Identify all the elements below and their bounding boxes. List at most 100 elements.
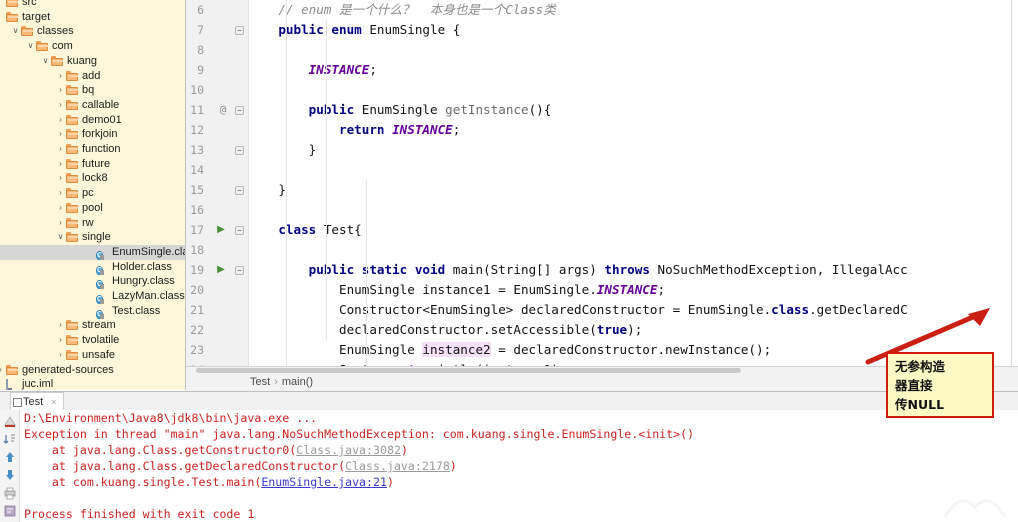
run-gutter-icon[interactable]: ▶ <box>214 260 228 280</box>
tree-item-single[interactable]: ∨ single <box>0 230 185 245</box>
chevron-down-icon[interactable]: ∨ <box>26 39 35 54</box>
code-line[interactable]: class Test{ <box>248 220 361 240</box>
code-line[interactable]: } <box>248 180 286 200</box>
code-fold-icon[interactable] <box>234 220 245 240</box>
console-output[interactable]: D:\Environment\Java8\jdk8\bin\java.exe .… <box>20 410 1018 522</box>
run-gutter-icon[interactable]: ▶ <box>214 220 228 240</box>
tree-item-pc[interactable]: › pc <box>0 186 185 201</box>
breadcrumb[interactable]: Test › main() <box>250 374 313 391</box>
tree-item-hungry-class[interactable]: C Hungry.class <box>0 274 185 290</box>
tree-item-classes[interactable]: ∨ classes <box>0 24 185 39</box>
code-line[interactable]: public EnumSingle getInstance(){ <box>248 100 552 120</box>
code-line[interactable]: INSTANCE; <box>248 60 377 80</box>
stacktrace-link[interactable]: Class.java:2178 <box>345 459 450 473</box>
tree-item-label: LazyMan.class <box>112 290 185 302</box>
chevron-right-icon[interactable]: › <box>56 113 65 128</box>
tree-item-label: bq <box>82 84 95 97</box>
chevron-down-icon[interactable]: ∨ <box>11 24 20 39</box>
chevron-right-icon[interactable]: › <box>56 171 65 186</box>
code-editor[interactable]: 67891011@121314151617▶1819▶2021222324 //… <box>186 0 1018 366</box>
tree-item-lazyman-class[interactable]: C LazyMan.class <box>0 289 185 304</box>
tree-item-test-class[interactable]: C Test.class <box>0 304 185 319</box>
horizontal-scrollbar-thumb[interactable] <box>196 368 741 373</box>
tree-item-add[interactable]: › add <box>0 69 185 84</box>
console-text: Process finished with exit code 1 <box>24 507 255 521</box>
chevron-right-icon[interactable]: › <box>56 69 65 84</box>
code-text-area[interactable]: // enum 是一个什么？ 本身也是一个Class类 public enum … <box>248 0 1018 366</box>
tree-item-lock8[interactable]: › lock8 <box>0 171 185 186</box>
line-number: 21 <box>190 303 204 317</box>
tree-item-function[interactable]: › function <box>0 142 185 157</box>
tree-item-target[interactable]: target <box>0 10 185 25</box>
code-line[interactable]: Constructor<EnumSingle> declaredConstruc… <box>248 300 908 320</box>
tree-item-generated-sources[interactable]: › generated-sources <box>0 363 185 378</box>
code-fold-icon[interactable] <box>234 260 245 280</box>
code-fold-icon[interactable] <box>234 20 245 40</box>
tree-item-rw[interactable]: › rw <box>0 216 185 231</box>
tree-item-enumsingle-class[interactable]: CEnumSingle.class <box>0 244 185 260</box>
console-toolbar[interactable] <box>0 410 20 522</box>
tree-item-juc-iml[interactable]: juc.iml <box>0 377 185 390</box>
tree-item-holder-class[interactable]: C Holder.class <box>0 260 185 275</box>
chevron-right-icon[interactable]: › <box>56 157 65 172</box>
code-line[interactable]: EnumSingle instance1 = EnumSingle.INSTAN… <box>248 280 665 300</box>
sort-icon[interactable] <box>3 432 17 446</box>
breadcrumb-item[interactable]: Test <box>250 376 270 388</box>
tree-item-callable[interactable]: › callable <box>0 98 185 113</box>
line-number: 14 <box>190 163 204 177</box>
breadcrumb-item[interactable]: main() <box>282 376 313 388</box>
line-number: 10 <box>190 83 204 97</box>
chevron-right-icon[interactable]: › <box>56 98 65 113</box>
stacktrace-link[interactable]: Class.java:3082 <box>296 443 401 457</box>
code-line[interactable]: public enum EnumSingle { <box>248 20 460 40</box>
run-tab-test[interactable]: Test × <box>10 392 64 410</box>
code-line[interactable]: declaredConstructor.setAccessible(true); <box>248 320 642 340</box>
chevron-right-icon[interactable]: › <box>56 127 65 142</box>
tree-item-unsafe[interactable]: › unsafe <box>0 348 185 363</box>
chevron-right-icon[interactable]: › <box>56 348 65 363</box>
code-line[interactable]: } <box>248 140 317 160</box>
print-icon[interactable] <box>3 486 17 500</box>
tree-item-forkjoin[interactable]: › forkjoin <box>0 127 185 142</box>
editor-gutter[interactable]: 67891011@121314151617▶1819▶2021222324 <box>186 0 249 366</box>
chevron-right-icon[interactable]: › <box>56 201 65 216</box>
tree-item-com[interactable]: ∨ com <box>0 39 185 54</box>
code-line[interactable]: return INSTANCE; <box>248 120 460 140</box>
project-tree-panel[interactable]: src target ∨ classes ∨ com ∨ kuang › add › bq › calla… <box>0 0 186 390</box>
tree-item-tvolatile[interactable]: › tvolatile <box>0 333 185 348</box>
run-tab-bar: Test × <box>0 392 1018 411</box>
chevron-right-icon[interactable]: › <box>56 186 65 201</box>
tree-item-label: com <box>52 40 73 53</box>
rerun-icon[interactable] <box>3 414 17 428</box>
chevron-down-icon[interactable]: ∨ <box>56 230 65 245</box>
chevron-right-icon[interactable]: › <box>56 318 65 333</box>
console-text: Exception in thread "main" java.lang.NoS… <box>24 427 695 441</box>
chevron-right-icon[interactable]: › <box>0 363 5 378</box>
scroll-down-icon[interactable] <box>3 468 17 482</box>
tree-item-stream[interactable]: › stream <box>0 318 185 333</box>
tree-item-demo01[interactable]: › demo01 <box>0 113 185 128</box>
tree-item-src[interactable]: src <box>0 0 185 10</box>
annotation-gutter-icon[interactable]: @ <box>216 100 230 120</box>
soft-wrap-icon[interactable] <box>3 504 17 518</box>
vertical-scrollbar[interactable] <box>1011 0 1012 366</box>
code-line[interactable]: EnumSingle instance2 = declaredConstruct… <box>248 340 771 360</box>
stacktrace-link[interactable]: EnumSingle.java:21 <box>261 475 387 489</box>
annotation-line-3: 传NULL <box>895 397 945 412</box>
scroll-up-icon[interactable] <box>3 450 17 464</box>
chevron-right-icon[interactable]: › <box>56 142 65 157</box>
chevron-right-icon[interactable]: › <box>56 216 65 231</box>
chevron-right-icon[interactable]: › <box>56 83 65 98</box>
code-fold-icon[interactable] <box>234 140 245 160</box>
close-icon[interactable]: × <box>51 397 56 407</box>
code-line[interactable]: // enum 是一个什么？ 本身也是一个Class类 <box>248 0 555 20</box>
tree-item-pool[interactable]: › pool <box>0 201 185 216</box>
chevron-right-icon[interactable]: › <box>56 333 65 348</box>
code-fold-icon[interactable] <box>234 100 245 120</box>
code-line[interactable]: public static void main(String[] args) t… <box>248 260 908 280</box>
chevron-down-icon[interactable]: ∨ <box>41 54 50 69</box>
tree-item-bq[interactable]: › bq <box>0 83 185 98</box>
tree-item-kuang[interactable]: ∨ kuang <box>0 54 185 69</box>
code-fold-icon[interactable] <box>234 180 245 200</box>
tree-item-future[interactable]: › future <box>0 157 185 172</box>
